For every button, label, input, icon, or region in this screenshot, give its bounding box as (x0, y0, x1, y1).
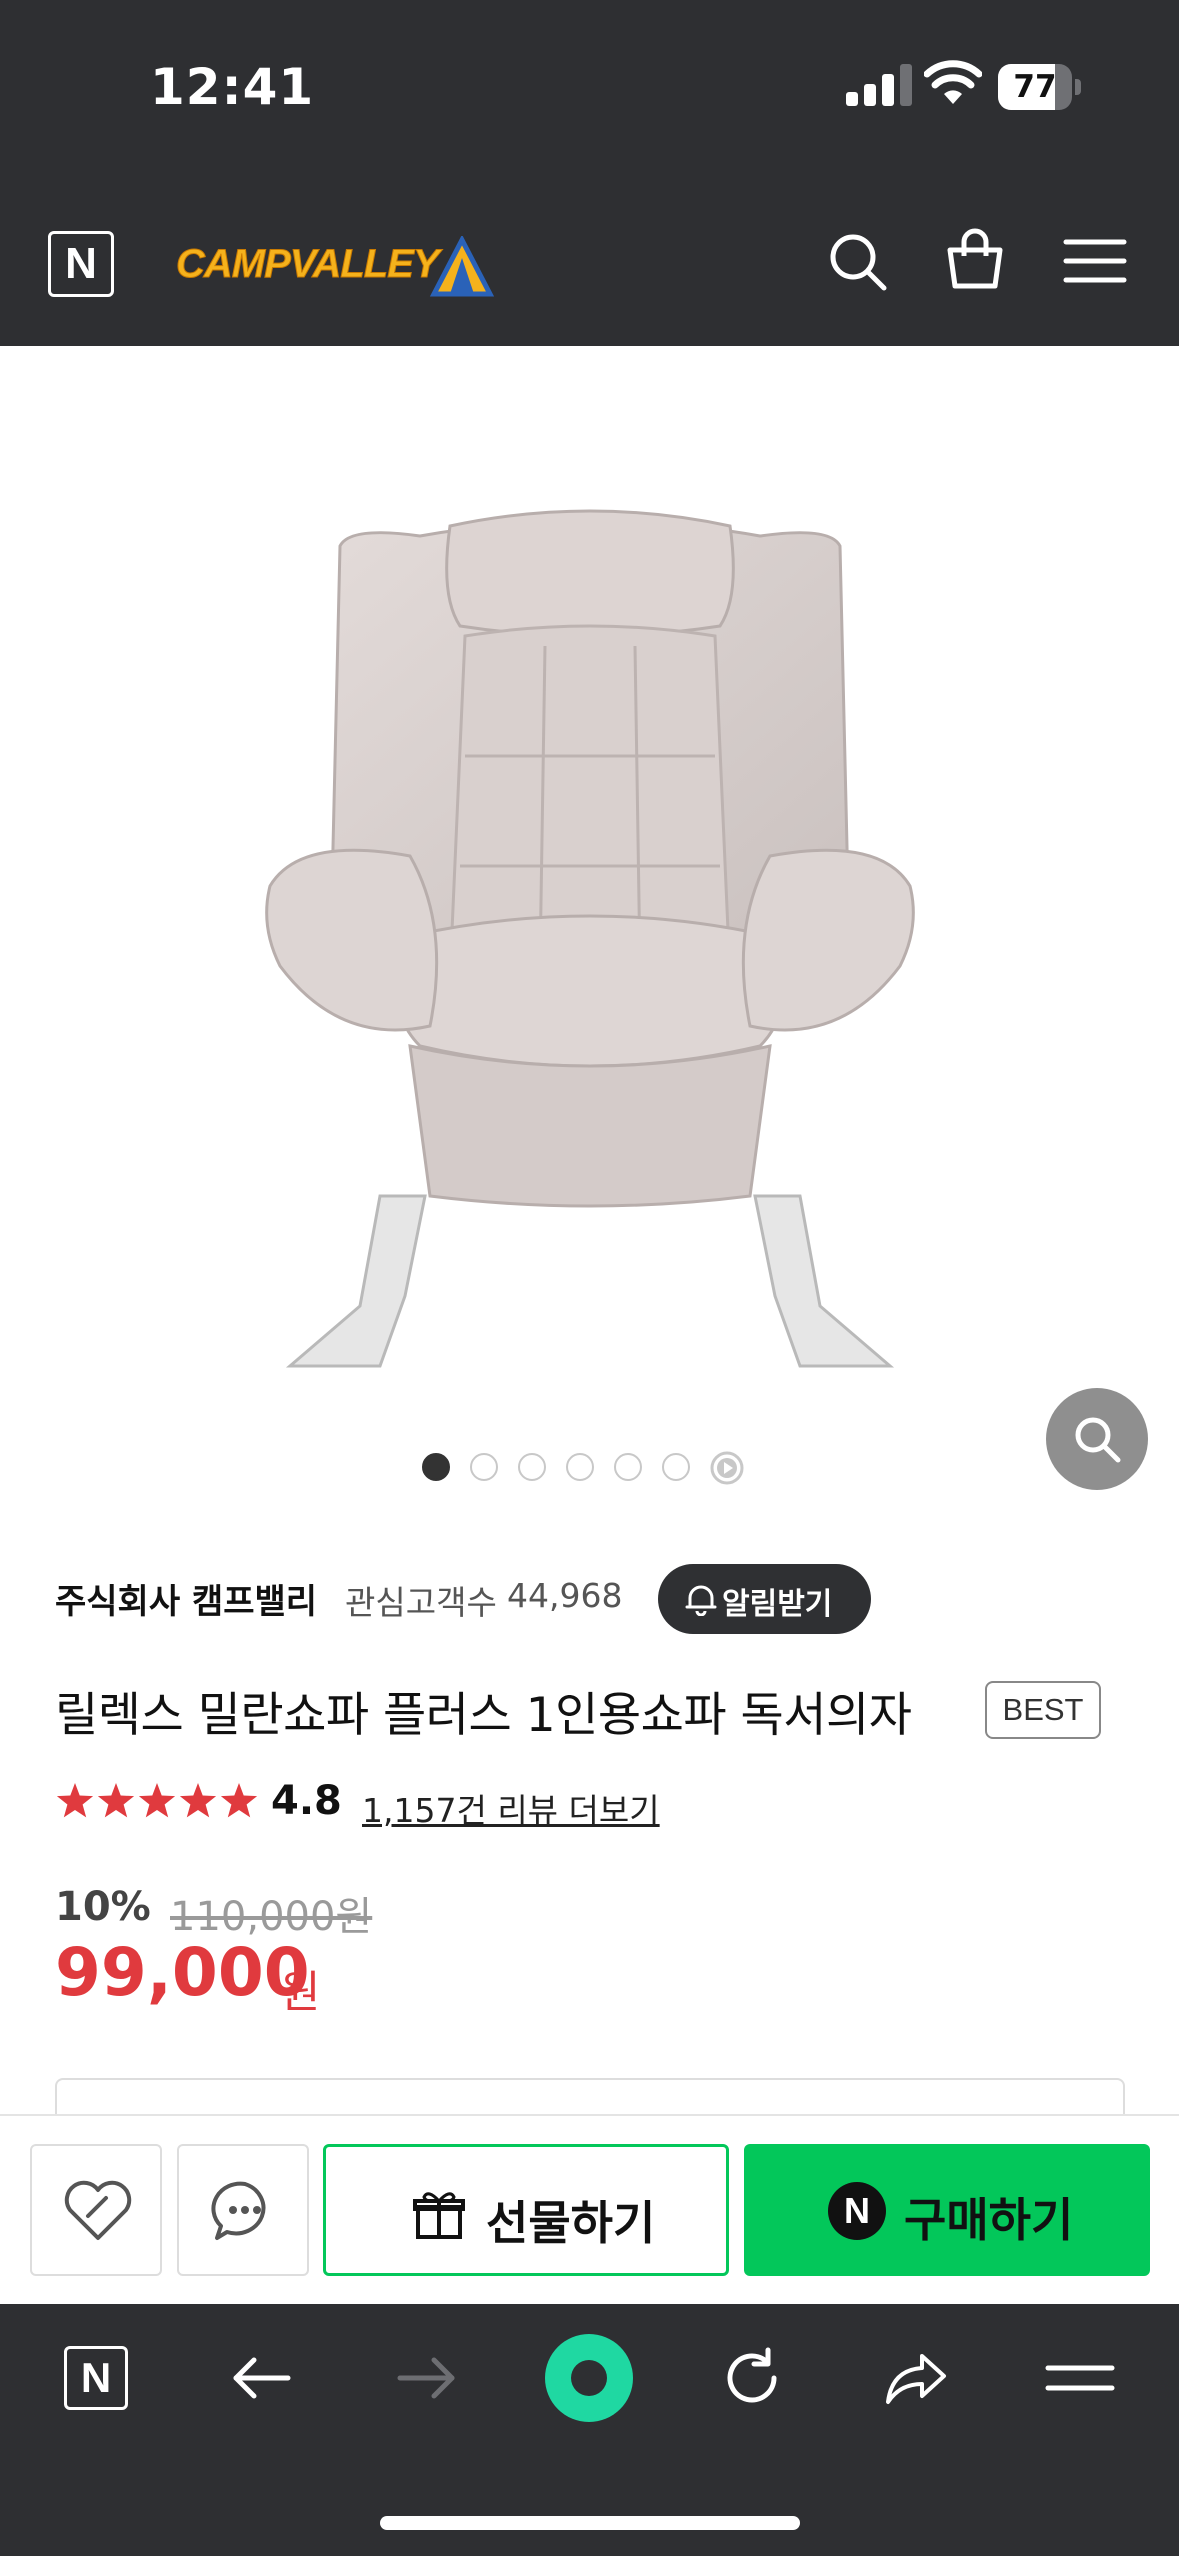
browser-menu-icon[interactable] (1044, 2342, 1116, 2414)
chat-inquiry-button[interactable] (177, 2144, 309, 2276)
buy-label: 구매하기 (904, 2193, 1074, 2247)
fan-count: 44,968 (507, 1576, 623, 1615)
status-bar: 12:41 77 (0, 0, 1179, 176)
cellular-signal-icon (846, 64, 912, 106)
product-image-gallery[interactable] (0, 346, 1179, 1496)
sale-price: 99,000 (55, 1934, 310, 2011)
product-image-chair (265, 509, 915, 1368)
campvalley-logo[interactable]: CAMPVALLEY (176, 228, 496, 304)
gift-button[interactable]: 선물하기 (323, 2144, 729, 2276)
wifi-icon (924, 60, 982, 104)
magnifier-icon (1075, 1417, 1121, 1463)
star-icon (138, 1783, 176, 1818)
price-unit: 원 (280, 1967, 321, 2018)
pagination-dot[interactable] (662, 1453, 690, 1481)
share-icon[interactable] (880, 2342, 952, 2414)
review-link[interactable]: 1,157건 리뷰 더보기 (362, 1784, 660, 1832)
purchase-action-bar: 선물하기 N 구매하기 (0, 2114, 1179, 2304)
pagination-dot[interactable] (566, 1453, 594, 1481)
browser-toolbar: N (0, 2304, 1179, 2556)
seller-info: 주식회사 캠프밸리 관심고객수 44,968 알림받기 (55, 1564, 1155, 1634)
zoom-button[interactable] (1046, 1388, 1148, 1490)
store-header: N CAMPVALLEY (0, 176, 1179, 346)
tent-logo-icon (429, 236, 495, 297)
notification-subscribe-button[interactable]: 알림받기 (658, 1564, 871, 1634)
heart-icon (64, 2180, 132, 2240)
star-icon (56, 1783, 94, 1818)
star-icon (179, 1783, 217, 1818)
back-arrow-icon[interactable] (226, 2342, 298, 2414)
pagination-dot[interactable] (470, 1453, 498, 1481)
star-icon (97, 1783, 135, 1818)
status-time: 12:41 (150, 58, 315, 116)
pagination-dot[interactable] (422, 1453, 450, 1481)
home-indicator (380, 2516, 800, 2530)
refresh-icon[interactable] (716, 2342, 788, 2414)
gift-label: 선물하기 (486, 2196, 656, 2250)
pagination-dot[interactable] (614, 1453, 642, 1481)
pagination-dot[interactable] (518, 1453, 546, 1481)
shopping-bag-icon[interactable] (940, 226, 1010, 296)
green-dot-button[interactable] (545, 2334, 633, 2422)
bell-plus-icon (685, 1585, 717, 1616)
gift-box-icon (413, 2192, 465, 2239)
wishlist-button[interactable] (30, 2144, 162, 2276)
browser-home-button[interactable]: N (64, 2346, 128, 2410)
battery-icon: 77 (998, 64, 1081, 110)
buy-button[interactable]: N 구매하기 (744, 2144, 1150, 2276)
search-icon[interactable] (822, 226, 892, 296)
chat-bubble-icon (211, 2181, 266, 2240)
naver-home-button[interactable]: N (48, 231, 114, 297)
alarm-label: 알림받기 (722, 1587, 833, 1622)
brand-logo-text: CAMPVALLEY (176, 242, 441, 287)
discount-rate: 10% (55, 1884, 151, 1930)
forward-arrow-icon[interactable] (390, 2342, 462, 2414)
naver-pay-icon: N (828, 2182, 886, 2240)
menu-icon[interactable] (1060, 226, 1130, 296)
best-badge: BEST (985, 1681, 1101, 1739)
rating-stars (56, 1783, 258, 1818)
product-title: 릴렉스 밀란쇼파 플러스 1인용쇼파 독서의자 (55, 1688, 912, 1743)
rating-value: 4.8 (271, 1778, 342, 1824)
battery-level: 77 (1013, 69, 1057, 105)
star-icon (220, 1783, 258, 1818)
seller-name[interactable]: 주식회사 캠프밸리 (55, 1574, 317, 1623)
video-play-icon[interactable] (710, 1451, 744, 1485)
fan-count-label: 관심고객수 (345, 1583, 497, 1622)
